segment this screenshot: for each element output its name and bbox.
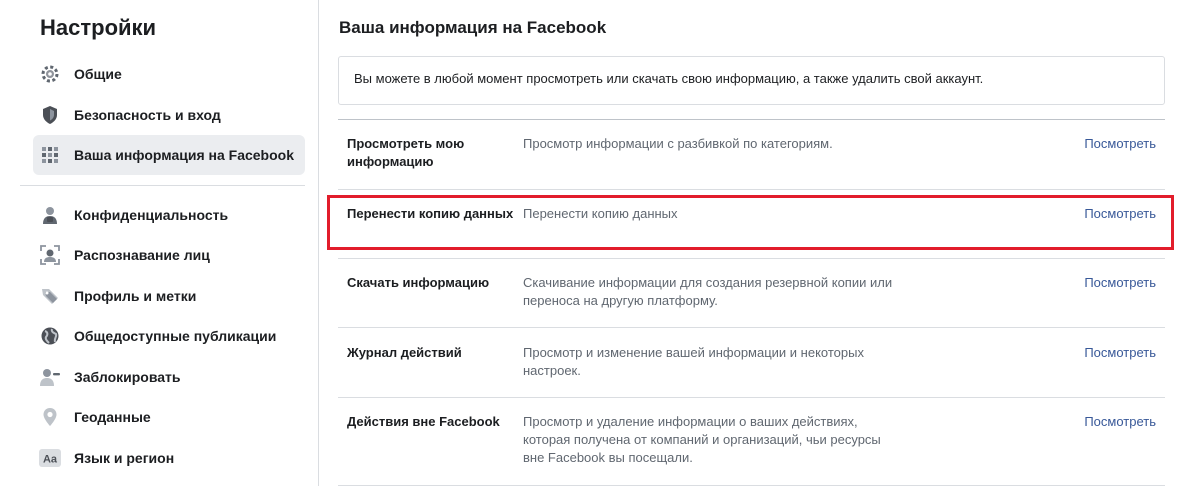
- settings-sidebar: Настройки Общие Безопасность и вход Ваша…: [0, 0, 319, 486]
- sidebar-item-label: Общие: [74, 66, 122, 82]
- row-title: Скачать информацию: [347, 275, 490, 290]
- row-title: Просмотреть мою информацию: [347, 136, 465, 169]
- main-content: Ваша информация на Facebook Вы можете в …: [320, 0, 1187, 486]
- face-icon: [39, 244, 61, 266]
- sidebar-item-label: Конфиденциальность: [74, 207, 229, 223]
- sidebar-item-label: Распознавание лиц: [74, 247, 210, 263]
- sidebar-item-public-posts[interactable]: Общедоступные публикации: [33, 316, 305, 356]
- info-text: Вы можете в любой момент просмотреть или…: [354, 71, 984, 86]
- view-link[interactable]: Посмотреть: [1084, 413, 1156, 431]
- grid-icon: [39, 144, 61, 166]
- globe-icon: [39, 325, 61, 347]
- svg-text:Aa: Aa: [43, 454, 58, 466]
- view-link[interactable]: Посмотреть: [1084, 274, 1156, 292]
- language-icon: Aa: [39, 447, 61, 469]
- sidebar-item-label: Общедоступные публикации: [74, 328, 277, 344]
- lock-icon: [39, 204, 61, 226]
- sidebar-item-privacy[interactable]: Конфиденциальность: [33, 195, 305, 235]
- sidebar-item-security[interactable]: Безопасность и вход: [33, 95, 305, 135]
- view-link[interactable]: Посмотреть: [1084, 344, 1156, 362]
- tag-icon: [39, 285, 61, 307]
- info-box: Вы можете в любой момент просмотреть или…: [338, 56, 1165, 105]
- sidebar-title: Настройки: [40, 15, 157, 40]
- page-title: Ваша информация на Facebook: [339, 18, 607, 37]
- sidebar-item-label: Ваша информация на Facebook: [74, 147, 295, 163]
- list-item: Скачать информацию Скачивание информации…: [338, 259, 1165, 328]
- row-description: Скачивание информации для создания резер…: [523, 275, 893, 308]
- location-pin-icon: [39, 406, 61, 428]
- row-description: Просмотр и изменение вашей информации и …: [523, 345, 864, 378]
- view-link[interactable]: Посмотреть: [1084, 205, 1156, 223]
- sidebar-item-label: Профиль и метки: [74, 288, 197, 304]
- sidebar-item-face-recognition[interactable]: Распознавание лиц: [33, 235, 305, 275]
- row-description: Просмотр информации с разбивкой по катег…: [523, 136, 833, 151]
- sidebar-item-label: Геоданные: [74, 409, 151, 425]
- view-link[interactable]: Посмотреть: [1084, 135, 1156, 153]
- row-title: Перенести копию данных: [347, 206, 514, 221]
- sidebar-item-label: Заблокировать: [74, 369, 181, 385]
- sidebar-item-your-info[interactable]: Ваша информация на Facebook: [33, 135, 305, 175]
- sidebar-item-label: Безопасность и вход: [74, 107, 221, 123]
- sidebar-item-language[interactable]: Aa Язык и регион: [33, 438, 305, 478]
- list-item: Журнал действий Просмотр и изменение ваш…: [338, 328, 1165, 398]
- shield-icon: [39, 104, 61, 126]
- gear-icon: [39, 63, 61, 85]
- sidebar-item-location[interactable]: Геоданные: [33, 397, 305, 437]
- list-item: Просмотреть мою информацию Просмотр инфо…: [338, 120, 1165, 190]
- sidebar-item-general[interactable]: Общие: [33, 54, 305, 94]
- row-title: Журнал действий: [347, 345, 462, 360]
- sidebar-item-label: Язык и регион: [74, 450, 175, 466]
- list-item: Действия вне Facebook Просмотр и удалени…: [338, 398, 1165, 486]
- list-item: Перенести копию данных Перенести копию д…: [338, 190, 1165, 259]
- sidebar-divider: [20, 185, 305, 186]
- sidebar-item-block[interactable]: Заблокировать: [33, 357, 305, 397]
- block-user-icon: [39, 366, 61, 388]
- row-description: Перенести копию данных: [523, 206, 678, 221]
- row-title: Действия вне Facebook: [347, 414, 500, 429]
- row-description: Просмотр и удаление информации о ваших д…: [523, 414, 881, 465]
- sidebar-item-profile-tags[interactable]: Профиль и метки: [33, 276, 305, 316]
